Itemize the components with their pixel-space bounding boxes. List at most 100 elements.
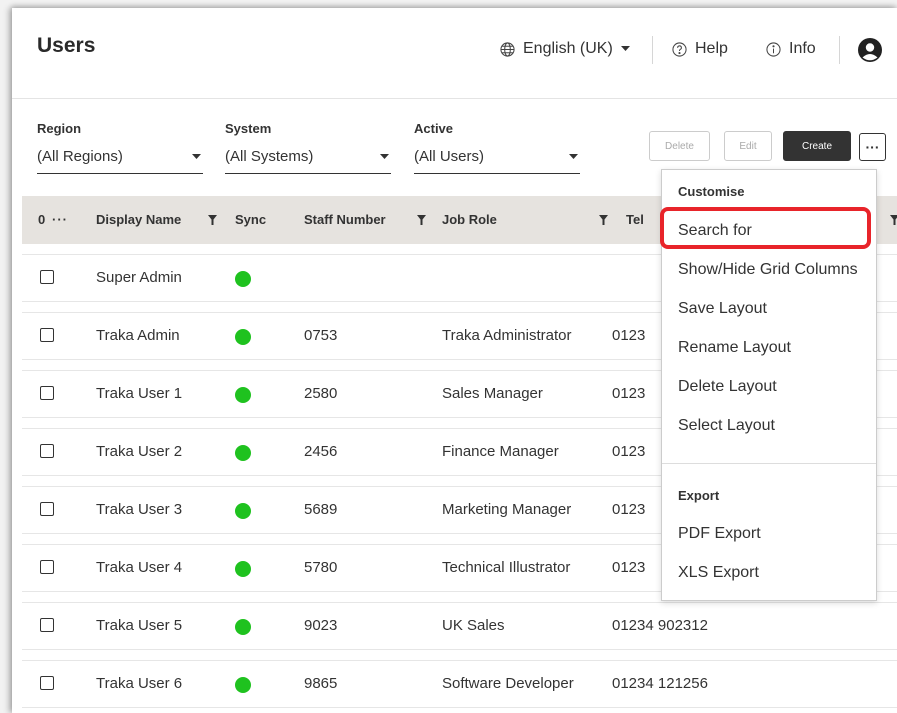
selected-count: 0 — [38, 212, 46, 227]
caret-down-icon — [192, 154, 201, 159]
row-checkbox[interactable] — [40, 328, 54, 342]
more-options-button[interactable]: ··· — [859, 133, 886, 161]
sync-status-indicator — [235, 503, 251, 519]
row-checkbox[interactable] — [40, 560, 54, 574]
system-select-value: (All Systems) — [225, 148, 314, 165]
menu-item-xls-export[interactable]: XLS Export — [678, 564, 759, 582]
system-filter: System (All Systems) — [225, 121, 391, 174]
job-role-cell: Traka Administrator — [442, 327, 572, 344]
staff-number-cell: 2456 — [304, 443, 338, 460]
system-filter-label: System — [225, 121, 272, 136]
job-role-cell: Technical Illustrator — [442, 559, 571, 576]
sync-status-indicator — [235, 387, 251, 403]
help-link[interactable]: Help — [672, 40, 728, 58]
job-role-cell: Finance Manager — [442, 443, 559, 460]
filter-icon[interactable] — [417, 215, 426, 225]
system-select[interactable]: (All Systems) — [225, 148, 391, 174]
menu-item-pdf-export[interactable]: PDF Export — [678, 525, 761, 543]
help-label: Help — [695, 40, 728, 57]
tel-cell: 0123 — [612, 327, 646, 344]
page-header: Users English (UK) Help Info — [12, 8, 897, 98]
row-checkbox[interactable] — [40, 618, 54, 632]
caret-down-icon — [380, 154, 389, 159]
sync-status-indicator — [235, 445, 251, 461]
staff-number-cell: 5780 — [304, 559, 338, 576]
region-select[interactable]: (All Regions) — [37, 148, 203, 174]
column-header-sync[interactable]: Sync — [235, 212, 266, 227]
job-role-cell: Sales Manager — [442, 385, 543, 402]
tel-cell: 0123 — [612, 443, 646, 460]
display-name-cell: Traka User 1 — [96, 385, 183, 402]
menu-item-save-layout[interactable]: Save Layout — [678, 300, 767, 318]
column-header-staff-number[interactable]: Staff Number — [304, 212, 386, 227]
filter-icon[interactable] — [599, 215, 608, 225]
staff-number-cell: 0753 — [304, 327, 338, 344]
active-filter: Active (All Users) — [414, 121, 580, 174]
menu-item-show-hide-grid-columns[interactable]: Show/Hide Grid Columns — [678, 261, 858, 279]
column-header-tel[interactable]: Tel — [626, 212, 644, 227]
delete-button[interactable]: Delete — [649, 131, 710, 161]
display-name-cell: Traka User 6 — [96, 675, 183, 692]
job-role-cell: UK Sales — [442, 617, 505, 634]
page-title: Users — [37, 34, 96, 57]
customise-heading: Customise — [678, 184, 745, 199]
column-header-job-role[interactable]: Job Role — [442, 212, 497, 227]
sync-status-indicator — [235, 619, 251, 635]
edit-button[interactable]: Edit — [724, 131, 772, 161]
sync-status-indicator — [235, 271, 251, 287]
region-select-value: (All Regions) — [37, 148, 123, 165]
info-label: Info — [789, 40, 816, 57]
display-name-cell: Traka Admin — [96, 327, 180, 344]
active-select[interactable]: (All Users) — [414, 148, 580, 174]
caret-down-icon — [569, 154, 578, 159]
user-avatar-icon[interactable] — [858, 38, 882, 62]
table-row[interactable]: Traka User 6 9865 Software Developer 012… — [22, 660, 897, 708]
row-checkbox[interactable] — [40, 270, 54, 284]
sync-status-indicator — [235, 329, 251, 345]
active-filter-label: Active — [414, 121, 454, 136]
sync-status-indicator — [235, 561, 251, 577]
info-link[interactable]: Info — [766, 40, 816, 58]
job-role-cell: Software Developer — [442, 675, 574, 692]
column-header-display-name[interactable]: Display Name — [96, 212, 181, 227]
display-name-cell: Traka User 2 — [96, 443, 183, 460]
row-checkbox[interactable] — [40, 502, 54, 516]
select-menu-button[interactable]: ··· — [52, 212, 68, 227]
menu-item-rename-layout[interactable]: Rename Layout — [678, 339, 791, 357]
filter-icon[interactable] — [208, 215, 217, 225]
menu-item-delete-layout[interactable]: Delete Layout — [678, 378, 777, 396]
header-divider — [839, 36, 840, 64]
region-filter: Region (All Regions) — [37, 121, 203, 174]
display-name-cell: Traka User 3 — [96, 501, 183, 518]
tel-cell: 0123 — [612, 559, 646, 576]
info-icon — [766, 41, 781, 57]
search-for-highlight — [660, 207, 871, 249]
tel-cell: 0123 — [612, 501, 646, 518]
staff-number-cell: 2580 — [304, 385, 338, 402]
display-name-cell: Traka User 4 — [96, 559, 183, 576]
menu-item-select-layout[interactable]: Select Layout — [678, 417, 775, 435]
table-row[interactable]: Traka User 5 9023 UK Sales 01234 902312 — [22, 602, 897, 650]
display-name-cell: Super Admin — [96, 269, 182, 286]
help-icon — [672, 41, 687, 57]
language-selector[interactable]: English (UK) — [500, 40, 630, 58]
tel-cell: 01234 121256 — [612, 675, 708, 692]
export-heading: Export — [678, 488, 720, 503]
region-filter-label: Region — [37, 121, 82, 136]
row-checkbox[interactable] — [40, 676, 54, 690]
tel-cell: 0123 — [612, 385, 646, 402]
sync-status-indicator — [235, 677, 251, 693]
row-checkbox[interactable] — [40, 444, 54, 458]
filter-icon[interactable] — [890, 215, 897, 225]
staff-number-cell: 9023 — [304, 617, 338, 634]
caret-down-icon — [620, 46, 630, 51]
job-role-cell: Marketing Manager — [442, 501, 572, 518]
menu-divider — [662, 463, 876, 464]
app-window: Users English (UK) Help Info Region (All… — [12, 8, 897, 713]
staff-number-cell: 5689 — [304, 501, 338, 518]
display-name-cell: Traka User 5 — [96, 617, 183, 634]
globe-icon — [500, 41, 515, 57]
header-divider — [652, 36, 653, 64]
row-checkbox[interactable] — [40, 386, 54, 400]
create-button[interactable]: Create — [783, 131, 851, 161]
